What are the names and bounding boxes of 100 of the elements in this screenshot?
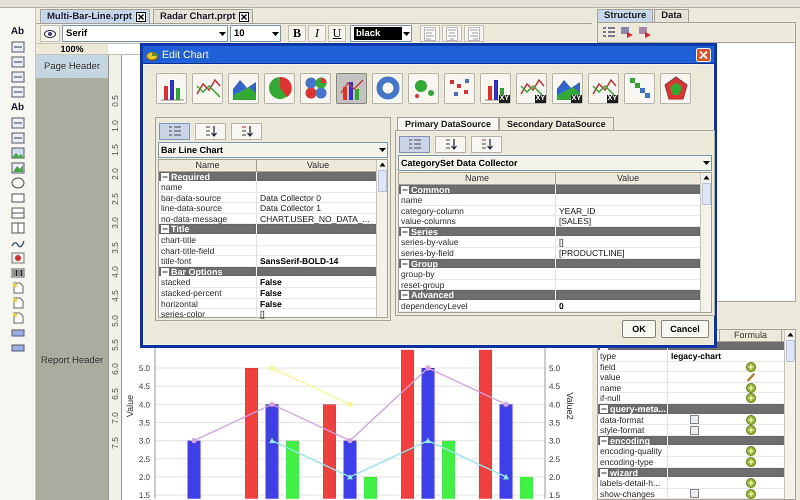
dropdown-arrow-icon[interactable]	[218, 30, 227, 38]
section-row[interactable]: Title	[159, 224, 376, 236]
collapse-icon[interactable]	[401, 291, 409, 300]
chart-type-button[interactable]	[300, 72, 331, 104]
dropdown-arrow-icon[interactable]	[271, 30, 280, 38]
arrow-icon[interactable]	[638, 26, 652, 38]
chart-type-button[interactable]	[228, 72, 259, 104]
text-field-icon[interactable]	[10, 71, 24, 83]
collapse-icon[interactable]	[600, 404, 608, 413]
text-field-icon[interactable]	[10, 86, 24, 98]
datasource-tab[interactable]: Secondary DataSource	[499, 117, 614, 130]
formula-button[interactable]	[746, 362, 756, 372]
section-row[interactable]: Series	[399, 226, 700, 238]
checkbox[interactable]	[690, 426, 698, 435]
band-icon[interactable]	[10, 327, 24, 339]
section-row[interactable]: Group	[399, 258, 700, 270]
dropdown[interactable]: Bar Line Chart	[158, 142, 388, 158]
arrow-icon[interactable]	[620, 26, 634, 38]
collapse-icon[interactable]	[401, 228, 409, 236]
document-icon[interactable]	[10, 282, 24, 294]
dropdown-arrow-icon[interactable]	[378, 146, 387, 154]
band-icon[interactable]	[10, 342, 24, 354]
visibility-button[interactable]	[40, 25, 60, 42]
chart-type-button[interactable]	[660, 72, 691, 104]
scrollbar[interactable]	[376, 160, 387, 317]
underline-button[interactable]: U	[328, 25, 346, 42]
close-icon[interactable]	[136, 12, 146, 22]
barcode-icon[interactable]	[10, 267, 24, 279]
formula-button[interactable]	[746, 456, 756, 467]
panel-tab[interactable]: Data	[654, 8, 689, 22]
scrollbar[interactable]	[784, 330, 795, 499]
collapse-icon[interactable]	[161, 172, 169, 180]
font-size-dropdown[interactable]: 10	[230, 25, 281, 42]
scroll-thumb[interactable]	[702, 183, 710, 205]
formula-button[interactable]	[746, 446, 756, 456]
pencil-icon[interactable]	[746, 372, 756, 382]
scroll-thumb[interactable]	[378, 170, 386, 192]
image-icon[interactable]	[10, 147, 24, 159]
collapse-icon[interactable]	[161, 268, 169, 276]
chart-type-button[interactable]	[336, 72, 367, 104]
collapse-icon[interactable]	[600, 436, 608, 445]
chart-type-button[interactable]	[264, 72, 295, 104]
section-row[interactable]: Bar Options	[159, 266, 376, 278]
ok-button[interactable]: OK	[622, 320, 656, 338]
collapse-icon[interactable]	[401, 260, 409, 268]
scrollbar[interactable]	[700, 173, 711, 312]
document-icon[interactable]	[10, 297, 24, 309]
formula-button[interactable]	[746, 425, 756, 436]
chart-icon[interactable]	[10, 162, 24, 174]
close-icon[interactable]	[239, 12, 250, 22]
scroll-up-icon[interactable]	[702, 175, 710, 180]
document-tab[interactable]: Multi-Bar-Line.prpt	[40, 9, 150, 23]
checkbox[interactable]	[690, 489, 698, 498]
label-tool-button[interactable]: Ab	[10, 25, 24, 38]
cancel-button[interactable]: Cancel	[661, 320, 709, 338]
chart-type-button[interactable]	[624, 72, 655, 104]
scroll-thumb[interactable]	[786, 340, 794, 362]
rectangle-icon[interactable]	[10, 192, 24, 204]
text-field-icon[interactable]	[10, 117, 24, 129]
align-left-button[interactable]	[420, 25, 440, 42]
dropdown-arrow-icon[interactable]	[702, 159, 711, 167]
scroll-up-icon[interactable]	[378, 162, 386, 167]
view-button[interactable]	[471, 136, 502, 152]
text-color-dropdown[interactable]: black	[350, 25, 412, 42]
label-tool-button[interactable]: Ab	[10, 101, 24, 114]
formula-button[interactable]	[746, 478, 756, 488]
section-row[interactable]: wizard	[598, 468, 784, 478]
font-dropdown[interactable]: Serif	[62, 25, 228, 42]
formula-button[interactable]	[746, 414, 756, 425]
text-field-icon[interactable]	[10, 132, 24, 144]
formula-button[interactable]	[746, 382, 756, 393]
collapse-icon[interactable]	[600, 468, 608, 476]
chart-type-button[interactable]	[192, 72, 223, 104]
section-row[interactable]: Required	[159, 172, 376, 182]
scroll-up-icon[interactable]	[786, 332, 794, 338]
collapse-icon[interactable]	[401, 186, 409, 194]
formula-button[interactable]	[746, 488, 756, 499]
collapse-icon[interactable]	[161, 225, 169, 234]
section-row[interactable]: query-meta...	[598, 404, 784, 415]
view-button[interactable]	[435, 136, 466, 152]
checkbox[interactable]	[690, 415, 698, 424]
datasource-tab[interactable]: Primary DataSource	[397, 117, 500, 130]
section-row[interactable]: Common	[399, 184, 700, 196]
document-icon[interactable]	[10, 312, 24, 324]
italic-button[interactable]: I	[308, 25, 326, 42]
view-button[interactable]	[195, 122, 226, 140]
align-center-button[interactable]	[442, 25, 462, 42]
text-field-icon[interactable]	[10, 41, 24, 53]
ellipse-icon[interactable]	[10, 177, 24, 189]
section-row[interactable]: Advanced	[399, 290, 700, 302]
list-icon[interactable]	[602, 26, 616, 38]
chart-type-button[interactable]	[372, 72, 403, 104]
dropdown-arrow-icon[interactable]	[402, 30, 411, 38]
bold-button[interactable]: B	[288, 25, 306, 42]
section-row[interactable]: encoding	[598, 436, 784, 446]
text-field-icon[interactable]	[10, 56, 24, 68]
chart-type-button[interactable]	[156, 72, 187, 104]
align-right-button[interactable]	[464, 25, 484, 42]
chart-type-button[interactable]	[444, 72, 475, 104]
panel-tab[interactable]: Structure	[597, 8, 654, 22]
